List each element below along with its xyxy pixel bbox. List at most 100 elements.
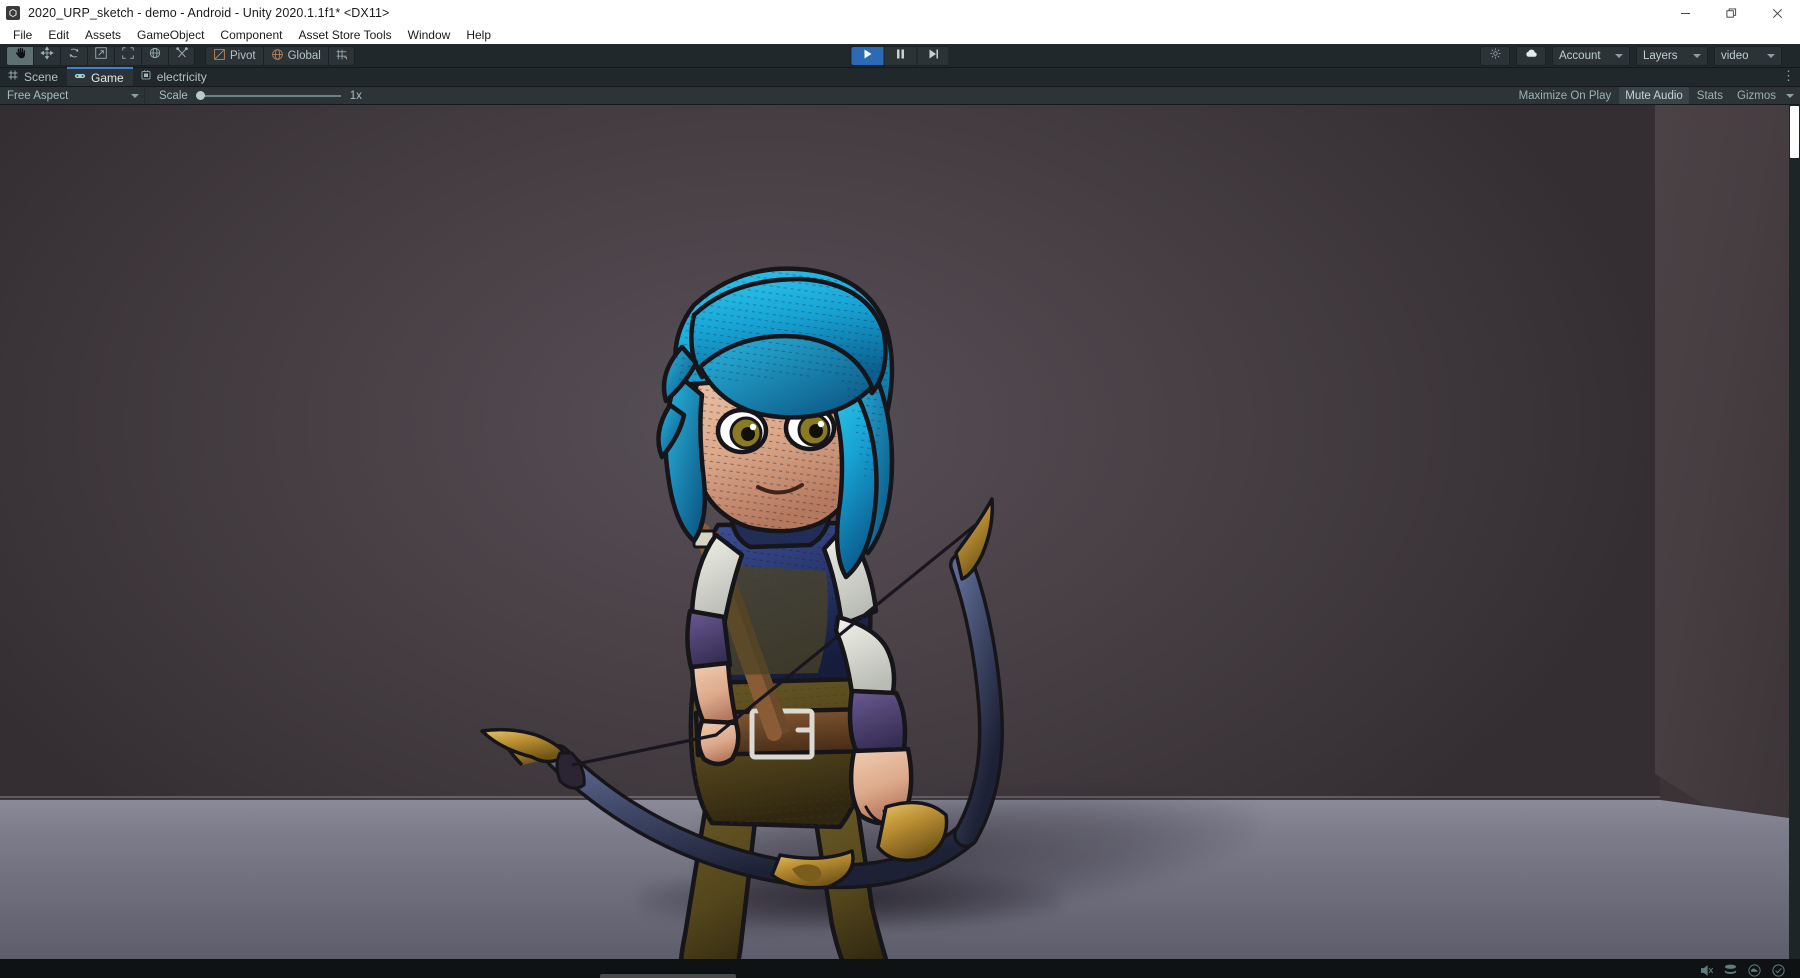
close-button[interactable] xyxy=(1754,0,1800,26)
game-view-vertical-scrollbar[interactable] xyxy=(1789,105,1800,959)
menu-file[interactable]: File xyxy=(5,26,40,44)
pause-button[interactable] xyxy=(884,46,917,66)
grid-snap-icon xyxy=(335,48,348,64)
chevron-down-icon xyxy=(1693,54,1701,58)
stats-toggle[interactable]: Stats xyxy=(1691,87,1729,104)
tray-icons xyxy=(1699,963,1786,978)
settings-gear-icon xyxy=(1489,47,1502,65)
unity-icon xyxy=(6,6,20,20)
menu-help[interactable]: Help xyxy=(458,26,499,44)
pause-icon xyxy=(895,47,907,65)
menu-gameobject[interactable]: GameObject xyxy=(129,26,212,44)
hand-tool-button[interactable] xyxy=(6,46,33,66)
game-view[interactable] xyxy=(0,105,1800,959)
mute-audio-toggle[interactable]: Mute Audio xyxy=(1619,87,1689,104)
scale-label: Scale xyxy=(159,90,188,102)
pivot-icon xyxy=(213,48,226,64)
gizmos-dropdown-icon[interactable] xyxy=(1786,94,1794,98)
services-button[interactable] xyxy=(1480,46,1510,66)
animator-icon xyxy=(140,69,152,84)
aspect-ratio-dropdown[interactable]: Free Aspect xyxy=(2,87,145,104)
rotate-icon xyxy=(67,46,81,65)
tab-electricity[interactable]: electricity xyxy=(133,67,216,86)
rotate-tool-button[interactable] xyxy=(60,46,87,66)
minimize-button[interactable] xyxy=(1662,0,1708,26)
scrollbar-thumb[interactable] xyxy=(1790,106,1799,158)
layout-dropdown[interactable]: video xyxy=(1714,46,1782,66)
pivot-global-group: Pivot Global xyxy=(205,46,355,66)
custom-editor-tool-button[interactable] xyxy=(168,46,195,66)
move-tool-button[interactable] xyxy=(33,46,60,66)
cloud-icon xyxy=(1525,47,1538,65)
toolbar-right-group: Account Layers video xyxy=(1480,46,1794,66)
speaker-muted-icon[interactable] xyxy=(1699,963,1714,978)
pivot-toggle-button[interactable]: Pivot xyxy=(205,46,263,66)
global-label: Global xyxy=(288,50,321,62)
scale-slider-knob[interactable] xyxy=(196,91,205,100)
cloud-sync-icon[interactable] xyxy=(1747,963,1762,978)
menu-component[interactable]: Component xyxy=(212,26,290,44)
play-button[interactable] xyxy=(851,46,884,66)
combined-transform-tool-button[interactable] xyxy=(141,46,168,66)
account-label: Account xyxy=(1559,50,1601,62)
account-dropdown[interactable]: Account xyxy=(1552,46,1630,66)
gamepad-icon xyxy=(74,70,86,85)
tab-scene-label: Scene xyxy=(24,70,58,84)
scene-side-wall xyxy=(1655,105,1800,865)
chevron-down-icon xyxy=(131,94,139,98)
unity-toolbar: Pivot Global xyxy=(0,44,1800,68)
tab-overflow-menu[interactable]: ⋮ xyxy=(1782,68,1795,84)
scale-icon xyxy=(94,46,108,65)
tab-game-label: Game xyxy=(91,71,124,85)
play-icon xyxy=(862,47,874,65)
stack-icon[interactable] xyxy=(1723,963,1738,978)
scale-tool-button[interactable] xyxy=(87,46,114,66)
menu-bar: File Edit Assets GameObject Component As… xyxy=(0,26,1800,44)
scene-grid-icon xyxy=(7,69,19,84)
step-button[interactable] xyxy=(917,46,950,66)
rect-tool-button[interactable] xyxy=(114,46,141,66)
game-view-toggles: Maximize On Play Mute Audio Stats Gizmos xyxy=(1513,87,1797,104)
menu-edit[interactable]: Edit xyxy=(40,26,77,44)
layout-label: video xyxy=(1721,50,1749,62)
game-view-control-bar: Free Aspect Scale 1x Maximize On Play Mu… xyxy=(0,87,1800,105)
rendered-scene xyxy=(0,105,1800,959)
hand-icon xyxy=(13,46,27,65)
taskbar-window-preview[interactable] xyxy=(600,974,736,978)
menu-window[interactable]: Window xyxy=(400,26,459,44)
check-circle-icon[interactable] xyxy=(1771,963,1786,978)
grid-snap-button[interactable] xyxy=(328,46,355,66)
scale-slider-track xyxy=(196,95,341,97)
maximize-on-play-toggle[interactable]: Maximize On Play xyxy=(1513,87,1618,104)
menu-asset-store-tools[interactable]: Asset Store Tools xyxy=(290,26,399,44)
global-toggle-button[interactable]: Global xyxy=(263,46,328,66)
tab-scene[interactable]: Scene xyxy=(0,67,67,86)
window-title: 2020_URP_sketch - demo - Android - Unity… xyxy=(28,6,389,20)
wrench-screwdriver-icon xyxy=(175,46,189,65)
gizmos-toggle[interactable]: Gizmos xyxy=(1731,87,1782,104)
transform-tool-group xyxy=(6,46,195,66)
collab-button[interactable] xyxy=(1516,46,1546,66)
step-forward-icon xyxy=(927,47,939,65)
tab-game[interactable]: Game xyxy=(67,67,133,86)
pivot-label: Pivot xyxy=(230,50,256,62)
playback-controls xyxy=(851,46,950,66)
scale-slider[interactable] xyxy=(196,87,341,104)
layers-label: Layers xyxy=(1643,50,1678,62)
combined-transform-icon xyxy=(148,46,162,65)
globe-icon xyxy=(271,48,284,64)
chevron-down-icon xyxy=(1767,54,1775,58)
window-title-bar: 2020_URP_sketch - demo - Android - Unity… xyxy=(0,0,1800,26)
editor-tab-bar: Scene Game electricity ⋮ xyxy=(0,68,1800,87)
window-controls xyxy=(1662,0,1800,26)
menu-assets[interactable]: Assets xyxy=(77,26,129,44)
move-arrows-icon xyxy=(40,46,54,65)
status-bar xyxy=(0,959,1800,978)
rect-transform-icon xyxy=(121,46,135,65)
chevron-down-icon xyxy=(1615,54,1623,58)
maximize-button[interactable] xyxy=(1708,0,1754,26)
layers-dropdown[interactable]: Layers xyxy=(1636,46,1708,66)
scale-value: 1x xyxy=(350,90,362,102)
aspect-ratio-label: Free Aspect xyxy=(7,90,68,102)
archer-character xyxy=(480,235,1100,959)
